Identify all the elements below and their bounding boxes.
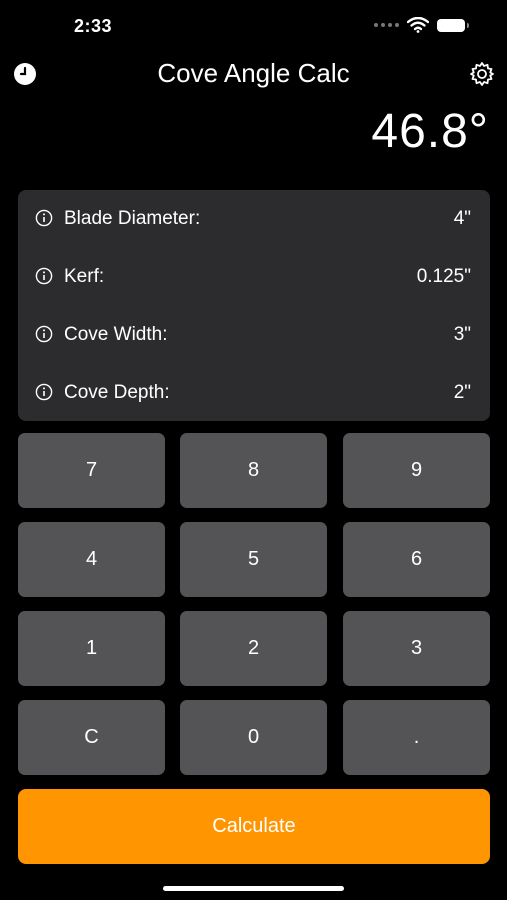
key-6[interactable]: 6 — [343, 522, 490, 597]
input-value[interactable]: 0.125" — [417, 266, 471, 288]
key-clear[interactable]: C — [18, 700, 165, 775]
key-9[interactable]: 9 — [343, 433, 490, 508]
cellular-signal-icon — [374, 23, 399, 27]
input-label: Kerf: — [64, 266, 105, 287]
input-value[interactable]: 2" — [454, 382, 471, 404]
calculate-button[interactable]: Calculate — [18, 789, 490, 864]
page-title: Cove Angle Calc — [157, 58, 350, 88]
key-0[interactable]: 0 — [180, 700, 327, 775]
key-decimal[interactable]: . — [343, 700, 490, 775]
key-5[interactable]: 5 — [180, 522, 327, 597]
home-indicator[interactable] — [163, 886, 344, 891]
header: Cove Angle Calc — [0, 52, 507, 96]
status-time: 2:33 — [74, 16, 113, 36]
key-2[interactable]: 2 — [180, 611, 327, 686]
inputs-panel: Blade Diameter: 4" Kerf: 0.125" Cove Wid… — [18, 190, 490, 421]
info-icon[interactable] — [35, 267, 53, 285]
info-icon[interactable] — [35, 383, 53, 401]
input-row-kerf[interactable]: Kerf: 0.125" — [18, 250, 490, 304]
status-icons — [374, 17, 469, 33]
info-icon[interactable] — [35, 209, 53, 227]
input-row-cove-depth[interactable]: Cove Depth: 2" — [18, 366, 490, 420]
gear-icon[interactable] — [469, 61, 495, 87]
input-value[interactable]: 4" — [454, 208, 471, 230]
status-bar: 2:33 — [0, 0, 507, 52]
key-8[interactable]: 8 — [180, 433, 327, 508]
result-display: 46.8° — [371, 105, 489, 158]
input-label: Blade Diameter: — [64, 208, 201, 229]
key-7[interactable]: 7 — [18, 433, 165, 508]
input-row-cove-width[interactable]: Cove Width: 3" — [18, 308, 490, 362]
key-3[interactable]: 3 — [343, 611, 490, 686]
info-icon[interactable] — [35, 325, 53, 343]
wifi-icon — [407, 17, 429, 33]
input-label: Cove Width: — [64, 324, 168, 345]
battery-icon — [437, 18, 469, 32]
input-row-blade-diameter[interactable]: Blade Diameter: 4" — [18, 192, 490, 246]
input-value[interactable]: 3" — [454, 324, 471, 346]
key-1[interactable]: 1 — [18, 611, 165, 686]
input-label: Cove Depth: — [64, 382, 170, 403]
key-4[interactable]: 4 — [18, 522, 165, 597]
